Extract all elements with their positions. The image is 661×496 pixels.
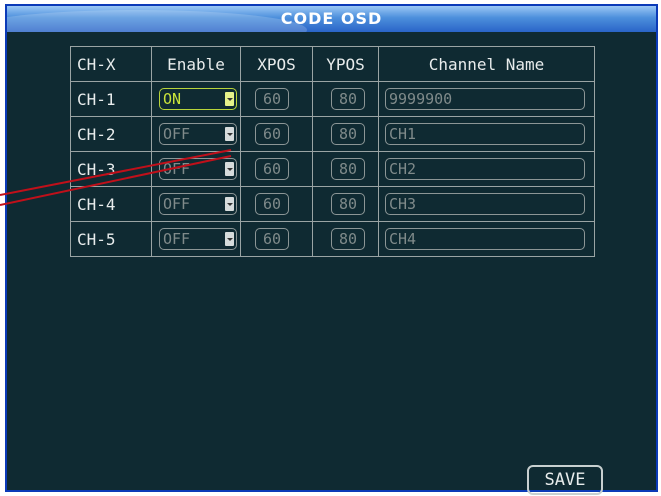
annotation-pointer	[0, 149, 232, 206]
pointer-line-lower	[0, 155, 232, 206]
pointer-line-upper	[0, 149, 232, 196]
